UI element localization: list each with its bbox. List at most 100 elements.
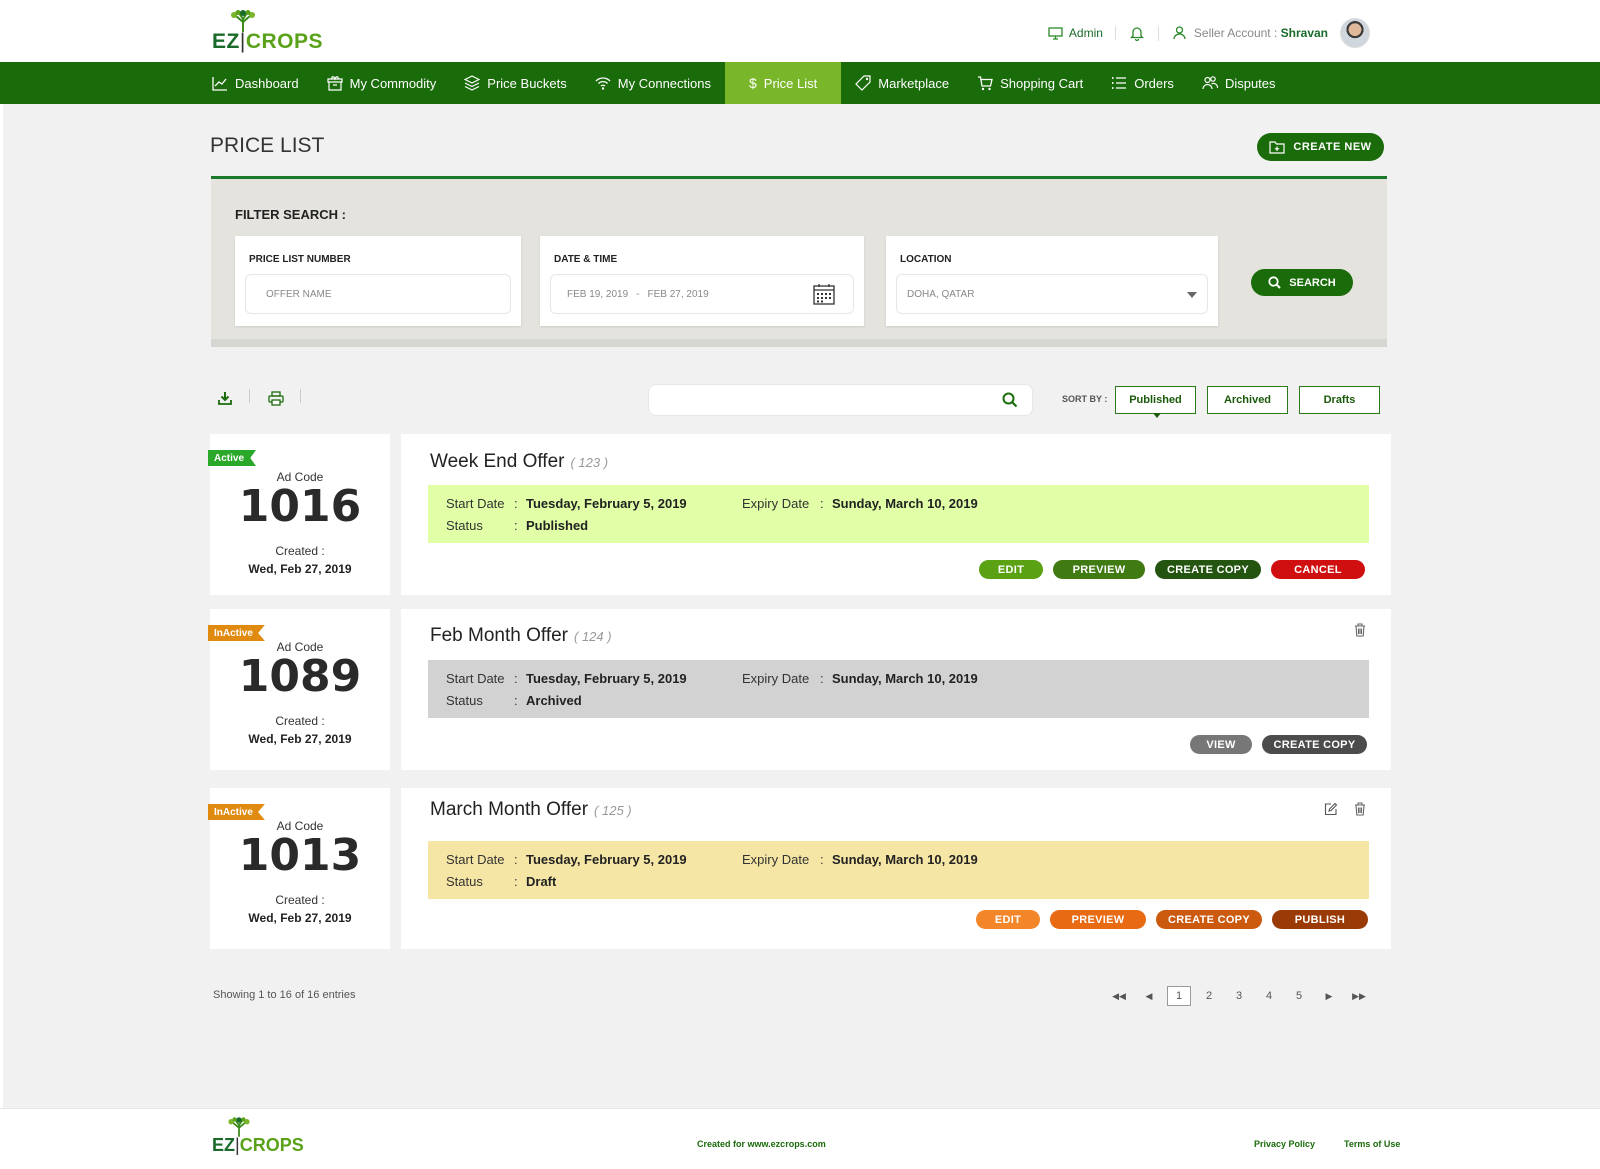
trash-icon[interactable] — [1354, 623, 1366, 637]
pagination: ◀◀ ◀ 1 2 3 4 5 ▶ ▶▶ — [1104, 986, 1374, 1006]
terms-of-use-link[interactable]: Terms of Use — [1344, 1139, 1400, 1149]
sort-published-button[interactable]: Published — [1115, 386, 1196, 418]
next-page-button[interactable]: ▶ — [1314, 986, 1344, 1006]
search-button[interactable]: SEARCH — [1251, 269, 1353, 296]
nav-price-list[interactable]: $ Price List — [725, 62, 842, 104]
user-icon — [1173, 26, 1186, 40]
ad-code-card: InActive Ad Code 1089 Created : Wed, Feb… — [208, 609, 390, 770]
cancel-button[interactable]: CANCEL — [1271, 560, 1365, 579]
add-file-icon — [1269, 141, 1286, 154]
toolbar-divider — [249, 389, 250, 403]
trash-icon[interactable] — [1354, 802, 1366, 816]
nav-disputes[interactable]: Disputes — [1188, 62, 1290, 104]
page-button-1[interactable]: 1 — [1167, 986, 1191, 1006]
download-button[interactable] — [215, 388, 235, 408]
nav-my-connections[interactable]: My Connections — [581, 62, 725, 104]
search-icon — [1268, 276, 1281, 289]
top-header: EZ|CROPS Admin Seller Account : Shravan — [0, 0, 1600, 62]
create-new-button[interactable]: CREATE NEW — [1257, 133, 1384, 161]
avatar[interactable] — [1340, 18, 1370, 48]
search-icon[interactable] — [1002, 392, 1018, 408]
footer-created-link[interactable]: Created for www.ezcrops.com — [697, 1139, 826, 1149]
page-title: PRICE LIST — [210, 134, 325, 157]
footer-logo[interactable]: EZ|CROPS — [212, 1117, 304, 1157]
location-select[interactable]: DOHA, QATAR — [896, 274, 1208, 314]
double-chevron-right-icon: ▶▶ — [1352, 990, 1366, 1001]
nav-dashboard[interactable]: Dashboard — [198, 62, 313, 104]
ad-code-number: 1016 — [238, 481, 362, 532]
view-button[interactable]: VIEW — [1190, 735, 1252, 754]
offer-actions: VIEW CREATE COPY — [1190, 735, 1367, 754]
nav-my-commodity[interactable]: My Commodity — [313, 62, 451, 104]
toolbar-divider — [300, 389, 301, 403]
offer-title[interactable]: Feb Month Offer( 124 ) — [430, 625, 612, 647]
offer-title[interactable]: March Month Offer( 125 ) — [430, 799, 632, 821]
footer: EZ|CROPS Created for www.ezcrops.com Pri… — [0, 1108, 1600, 1169]
prev-page-button[interactable]: ◀ — [1134, 986, 1164, 1006]
sort-drafts-button[interactable]: Drafts — [1299, 386, 1380, 414]
offer-card: Week End Offer( 123 ) Start Date: Tuesday… — [401, 434, 1391, 595]
status-badge: InActive — [208, 804, 265, 820]
edit-button[interactable]: EDIT — [976, 910, 1040, 929]
first-page-button[interactable]: ◀◀ — [1104, 986, 1134, 1006]
offer-card: Feb Month Offer( 124 ) Start Date: Tuesda… — [401, 609, 1391, 770]
seller-name: Shravan — [1280, 26, 1328, 40]
offer-actions: EDIT PREVIEW CREATE COPY PUBLISH — [976, 910, 1368, 929]
admin-link[interactable]: Admin — [1048, 26, 1116, 40]
preview-button[interactable]: PREVIEW — [1050, 910, 1146, 929]
double-chevron-left-icon: ◀◀ — [1112, 990, 1126, 1001]
create-copy-button[interactable]: CREATE COPY — [1155, 560, 1261, 579]
nav-price-buckets[interactable]: Price Buckets — [450, 62, 580, 104]
price-list-number-box: PRICE LIST NUMBER OFFER NAME — [235, 236, 521, 326]
calendar-icon[interactable] — [813, 283, 835, 305]
edit-button[interactable]: EDIT — [979, 560, 1043, 579]
bell-icon — [1129, 26, 1144, 41]
box-icon — [327, 76, 343, 91]
status-badge: InActive — [208, 625, 265, 641]
brand-logo[interactable]: EZ|CROPS — [212, 10, 322, 54]
main-nav: Dashboard My Commodity Price Buckets My … — [0, 62, 1600, 104]
privacy-policy-link[interactable]: Privacy Policy — [1254, 1139, 1315, 1149]
create-copy-button[interactable]: CREATE COPY — [1156, 910, 1262, 929]
created-date: Wed, Feb 27, 2019 — [248, 732, 352, 747]
publish-button[interactable]: PUBLISH — [1272, 910, 1368, 929]
nav-marketplace[interactable]: Marketplace — [841, 62, 963, 104]
last-page-button[interactable]: ▶▶ — [1344, 986, 1374, 1006]
page-button-5[interactable]: 5 — [1284, 986, 1314, 1006]
nav-shopping-cart[interactable]: Shopping Cart — [963, 62, 1097, 104]
users-icon — [1202, 76, 1218, 90]
sort-by-label: SORT BY : — [1062, 394, 1108, 404]
page-button-2[interactable]: 2 — [1194, 986, 1224, 1006]
admin-label: Admin — [1068, 26, 1103, 40]
card-icons — [1354, 623, 1366, 637]
list-search-input[interactable] — [648, 384, 1033, 416]
filter-panel: FILTER SEARCH : PRICE LIST NUMBER OFFER … — [211, 176, 1387, 347]
sort-archived-button[interactable]: Archived — [1207, 386, 1288, 414]
edit-icon[interactable] — [1324, 802, 1338, 816]
chevron-right-icon: ▶ — [1325, 990, 1333, 1001]
print-button[interactable] — [266, 388, 286, 408]
notifications-button[interactable] — [1116, 25, 1159, 41]
preview-button[interactable]: PREVIEW — [1053, 560, 1145, 579]
offer-actions: EDIT PREVIEW CREATE COPY CANCEL — [979, 560, 1365, 579]
nav-orders[interactable]: Orders — [1097, 62, 1188, 104]
tree-logo-icon — [231, 10, 255, 32]
status-badge: Active — [208, 450, 257, 466]
create-copy-button[interactable]: CREATE COPY — [1262, 735, 1367, 754]
offer-name-input[interactable]: OFFER NAME — [245, 274, 511, 314]
page-button-4[interactable]: 4 — [1254, 986, 1284, 1006]
card-icons — [1324, 802, 1366, 816]
offer-title[interactable]: Week End Offer( 123 ) — [430, 451, 608, 473]
ad-code-number: 1089 — [238, 651, 362, 702]
page-button-3[interactable]: 3 — [1224, 986, 1254, 1006]
offer-info-panel: Start Date: Tuesday, February 5, 2019 Expi… — [428, 485, 1369, 543]
seller-account[interactable]: Seller Account : Shravan — [1159, 26, 1328, 40]
chart-icon — [212, 77, 227, 91]
offer-info-panel: Start Date: Tuesday, February 5, 2019 Expi… — [428, 841, 1369, 899]
date-range-input[interactable]: FEB 19, 2019 - FEB 27, 2019 — [550, 274, 854, 314]
monitor-icon — [1048, 26, 1063, 40]
cart-icon — [978, 76, 993, 91]
layers-icon — [464, 75, 481, 91]
seller-label: Seller Account : — [1193, 26, 1281, 40]
download-icon — [218, 392, 232, 405]
